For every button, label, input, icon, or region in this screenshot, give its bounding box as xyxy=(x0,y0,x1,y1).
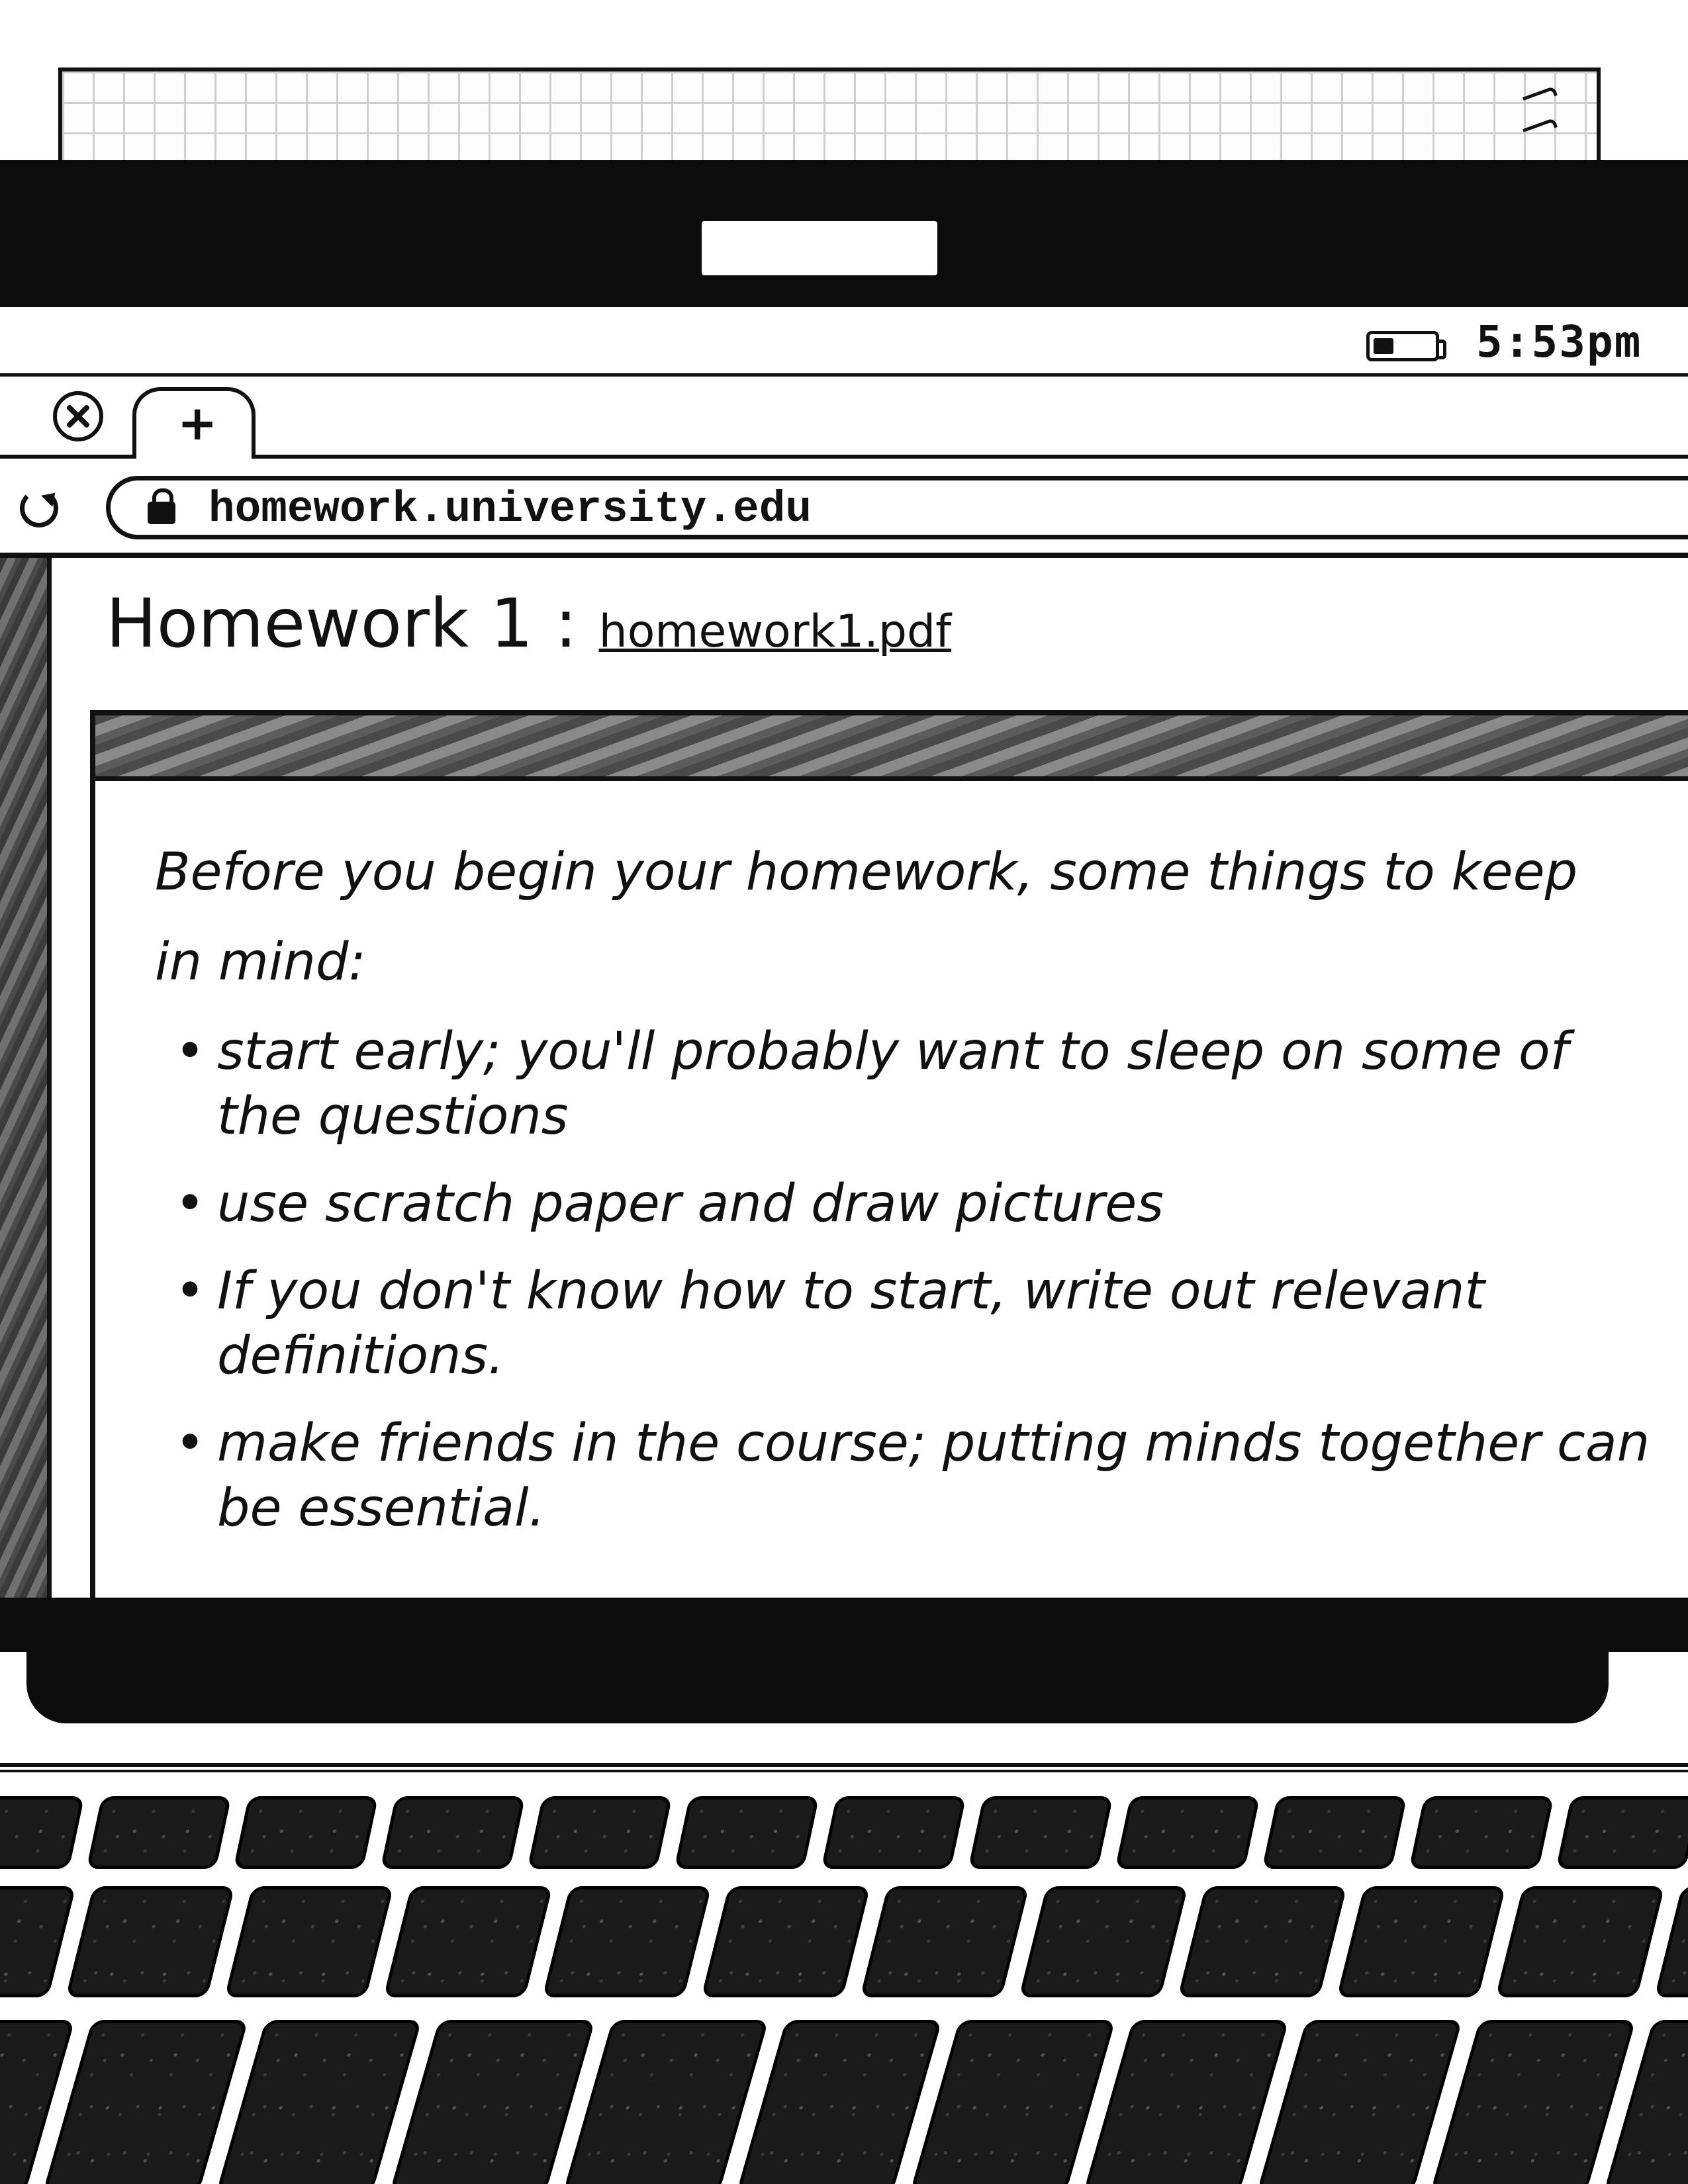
url-field[interactable]: homework.university.edu xyxy=(106,476,1688,539)
pdf-attachment-link[interactable]: homework1.pdf xyxy=(599,606,951,658)
grid-notebook xyxy=(58,68,1601,167)
webcam xyxy=(702,221,937,275)
document-intro: Before you begin your homework, some thi… xyxy=(155,842,1578,992)
spiral-ring-icon xyxy=(1522,85,1558,107)
keyboard-key[interactable] xyxy=(383,1886,553,1997)
keyboard-key[interactable] xyxy=(563,2020,769,2184)
keyboard-key[interactable] xyxy=(821,1796,966,1869)
page-title: Homework 1 : homework1.pdf xyxy=(106,584,951,663)
keyboard-key[interactable] xyxy=(674,1796,820,1869)
list-item: • use scratch paper and draw pictures xyxy=(175,1171,1664,1236)
keyboard-key[interactable] xyxy=(380,1796,526,1869)
reload-icon[interactable] xyxy=(20,489,58,527)
keyboard-key[interactable] xyxy=(1256,2020,1463,2184)
keyboard-key[interactable] xyxy=(233,1796,379,1869)
bullet-icon: • xyxy=(175,1022,206,1081)
keyboard-key[interactable] xyxy=(0,1796,85,1869)
laptop-hinge xyxy=(26,1652,1609,1723)
battery-low-icon xyxy=(1366,331,1446,361)
key-row xyxy=(0,1886,1688,1997)
pdf-viewer: Before you begin your homework, some thi… xyxy=(90,710,1688,1598)
keyboard-key[interactable] xyxy=(527,1796,673,1869)
keyboard-key[interactable] xyxy=(542,1886,712,1997)
status-bar: 5:53pm xyxy=(0,307,1688,377)
left-scrollbar[interactable] xyxy=(0,558,52,1598)
list-item-text: use scratch paper and draw pictures xyxy=(217,1174,1164,1234)
keyboard xyxy=(0,1787,1688,2184)
keyboard-key[interactable] xyxy=(224,1886,394,1997)
keyboard-key[interactable] xyxy=(66,1886,235,1997)
keyboard-key[interactable] xyxy=(736,2020,943,2184)
keyboard-key[interactable] xyxy=(1336,1886,1506,1997)
url-text: homework.university.edu xyxy=(209,484,812,534)
keyboard-key[interactable] xyxy=(1019,1886,1188,1997)
list-item: • make friends in the course; putting min… xyxy=(175,1411,1664,1541)
keyboard-key[interactable] xyxy=(968,1796,1113,1869)
keyboard-key[interactable] xyxy=(1262,1796,1407,1869)
keyboard-key[interactable] xyxy=(42,2020,249,2184)
keyboard-key[interactable] xyxy=(1115,1796,1260,1869)
list-item-text: start early; you'll probably want to sle… xyxy=(217,1022,1569,1146)
keyboard-key[interactable] xyxy=(910,2020,1116,2184)
keyboard-key[interactable] xyxy=(701,1886,870,1997)
homework-title: Homework 1 : xyxy=(106,584,578,663)
clock: 5:53pm xyxy=(1476,316,1642,367)
list-item-text: make friends in the course; putting mind… xyxy=(217,1414,1650,1538)
page-content: Homework 1 : homework1.pdf Before you be… xyxy=(0,558,1688,1598)
key-row xyxy=(0,1796,1688,1869)
address-row: homework.university.edu xyxy=(0,459,1688,558)
keyboard-deck-edge xyxy=(0,1763,1688,1772)
keyboard-key[interactable] xyxy=(1495,1886,1665,1997)
keyboard-key[interactable] xyxy=(860,1886,1029,1997)
keyboard-key[interactable] xyxy=(1083,2020,1289,2184)
keyboard-key[interactable] xyxy=(0,1886,76,1997)
tab-strip: + xyxy=(0,377,1688,459)
keyboard-key[interactable] xyxy=(86,1796,232,1869)
keyboard-key[interactable] xyxy=(1556,1796,1688,1869)
bullet-icon: • xyxy=(175,1174,206,1234)
keyboard-key[interactable] xyxy=(1430,2020,1636,2184)
illustration-page: 5:53pm + homework.university.edu Homewor… xyxy=(0,0,1688,2184)
laptop-screen: 5:53pm + homework.university.edu Homewor… xyxy=(0,307,1688,1598)
key-row xyxy=(0,2020,1688,2184)
new-tab-button[interactable]: + xyxy=(132,387,256,459)
bullet-icon: • xyxy=(175,1261,206,1321)
pdf-page: Before you begin your homework, some thi… xyxy=(95,781,1688,1598)
laptop-bezel-bottom xyxy=(0,1598,1688,1652)
bullet-icon: • xyxy=(175,1414,206,1473)
lock-icon xyxy=(148,488,175,524)
keyboard-key[interactable] xyxy=(1409,1796,1554,1869)
close-icon[interactable] xyxy=(53,391,103,441)
plus-icon: + xyxy=(177,395,218,451)
list-item: • start early; you'll probably want to sl… xyxy=(175,1019,1664,1149)
tips-list: • start early; you'll probably want to sl… xyxy=(175,1019,1664,1563)
list-item-text: If you don't know how to start, write ou… xyxy=(217,1261,1485,1386)
keyboard-key[interactable] xyxy=(389,2020,596,2184)
keyboard-key[interactable] xyxy=(216,2020,422,2184)
list-item: • If you don't know how to start, write o… xyxy=(175,1259,1664,1388)
spiral-ring-icon xyxy=(1522,117,1558,139)
pdf-toolbar xyxy=(95,715,1688,781)
keyboard-key[interactable] xyxy=(1178,1886,1347,1997)
